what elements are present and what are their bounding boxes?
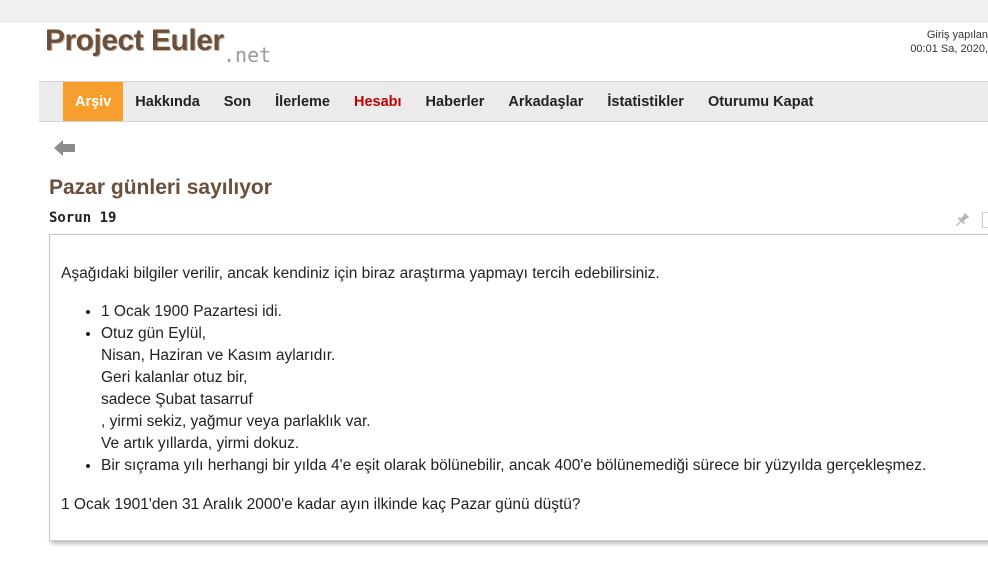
list-item: Bir sıçrama yılı herhangi bir yılda 4'e … — [101, 455, 926, 477]
nav-item-about[interactable]: Hakkında — [123, 82, 211, 121]
nav-item-archive[interactable]: Arşiv — [63, 82, 124, 121]
main-nav: Arşiv Hakkında Son İlerleme Hesabı Haber… — [39, 81, 988, 122]
problem-content: Aşağıdaki bilgiler verilir, ancak kendin… — [49, 234, 988, 541]
logo-title: Project Euler — [45, 24, 224, 57]
rhyme-line: , yirmi sekiz, yağmur veya parlaklık var… — [101, 413, 371, 430]
nav-item-logout[interactable]: Oturumu Kapat — [696, 82, 826, 121]
list-item: Otuz gün Eylül, Nisan, Haziran ve Kasım … — [101, 323, 926, 455]
login-status: Giriş yapılan — [926, 29, 988, 41]
rhyme-line: Nisan, Haziran ve Kasım aylarıdır. — [101, 347, 336, 364]
rhyme-line: Otuz gün Eylül, — [101, 325, 207, 342]
problem-number: Sorun 19 — [49, 210, 117, 226]
list-item: 1 Ocak 1900 Pazartesi idi. — [101, 301, 926, 323]
facts-list: 1 Ocak 1900 Pazartesi idi. Otuz gün Eylü… — [61, 301, 926, 477]
intro-text: Aşağıdaki bilgiler verilir, ancak kendin… — [61, 265, 660, 282]
nav-item-friends[interactable]: Arkadaşlar — [496, 82, 595, 121]
back-arrow-icon[interactable] — [54, 139, 76, 157]
nav-item-statistics[interactable]: İstatistikler — [595, 82, 696, 121]
nav-item-progress[interactable]: İlerleme — [263, 82, 342, 121]
login-info: Giriş yapılan 00:01 Sa, 2020, — [910, 28, 988, 56]
question-text: 1 Ocak 1901'den 31 Aralık 2000'e kadar a… — [61, 496, 581, 513]
nav-item-news[interactable]: Haberler — [414, 82, 497, 121]
browser-top-strip — [0, 0, 988, 22]
page-title: Pazar günleri sayılıyor — [49, 176, 272, 199]
rhyme-line: Geri kalanlar otuz bir, — [101, 369, 248, 386]
bookmark-icon[interactable] — [982, 212, 988, 228]
rhyme-line: sadece Şubat tasarruf — [101, 391, 253, 408]
nav-item-account[interactable]: Hesabı — [342, 82, 414, 121]
rhyme-line: Ve artık yıllarda, yirmi dokuz. — [101, 435, 300, 452]
nav-item-recent[interactable]: Son — [212, 82, 263, 121]
logo-domain: .net — [223, 43, 272, 67]
pin-icon[interactable] — [953, 211, 971, 229]
login-time: 00:01 Sa, 2020, — [910, 43, 988, 55]
